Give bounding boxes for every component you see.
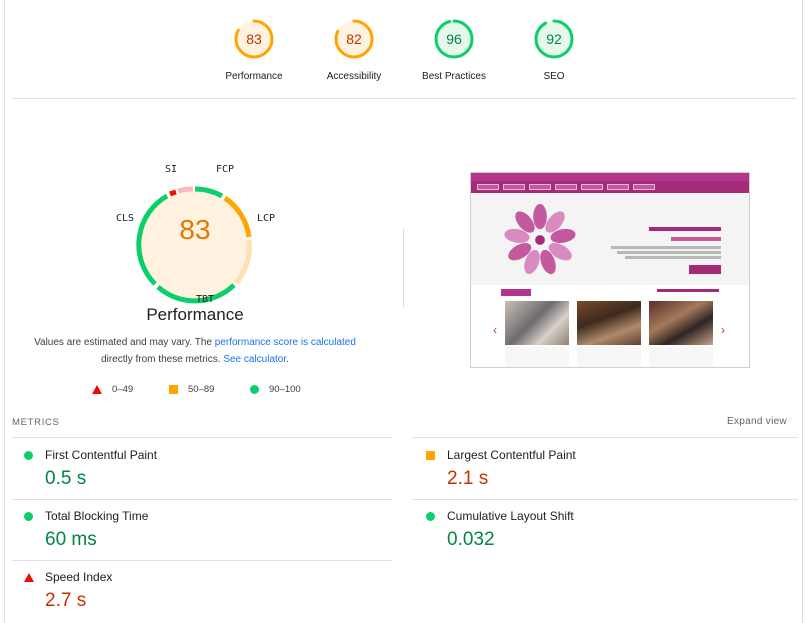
note-text: Values are estimated and may vary. The (34, 337, 215, 348)
si-label: SI (165, 164, 178, 175)
gauge-performance[interactable]: 83 Performance (204, 18, 304, 82)
gauge-accessibility[interactable]: 82 Accessibility (304, 18, 404, 82)
category-gauges: 83 Performance 82 Accessibility 96 Best … (0, 0, 805, 98)
si-remaining-segment (177, 186, 194, 194)
thumb-prev-icon: ‹ (493, 323, 497, 337)
legend-average: 50–89 (169, 384, 214, 395)
metrics-title: METRICS (12, 417, 60, 428)
metric-value: 0.032 (447, 529, 495, 550)
gauge-score: 96 (446, 31, 462, 47)
metric-value: 2.7 s (45, 590, 87, 611)
gauge-score: 92 (546, 31, 562, 47)
legend-range: 90–100 (269, 384, 301, 395)
thumb-hero (471, 193, 749, 285)
vertical-divider (403, 228, 404, 308)
tbt-label: TBT (196, 294, 215, 305)
divider (413, 499, 798, 500)
gauge-label: Performance (225, 71, 283, 82)
score-note: Values are estimated and may vary. The p… (20, 334, 370, 368)
circle-icon (426, 512, 435, 521)
gauge-best-practices[interactable]: 96 Best Practices (404, 18, 504, 82)
performance-score: 83 (179, 214, 211, 245)
thumb-nav (471, 181, 749, 193)
final-screenshot[interactable]: ‹ › (470, 172, 750, 368)
divider (12, 98, 797, 99)
square-icon (426, 451, 435, 460)
gauge-score: 82 (346, 31, 362, 47)
metric-name: Largest Contentful Paint (447, 448, 576, 462)
thumb-photo (505, 301, 569, 345)
gauge-score: 83 (246, 31, 262, 47)
metric-value: 2.1 s (447, 468, 489, 489)
si-segment (169, 189, 177, 197)
thumb-section-title (657, 289, 719, 292)
performance-score-link[interactable]: performance score is calculated (215, 337, 356, 348)
legend-range: 0–49 (112, 384, 134, 395)
thumb-photo (649, 301, 713, 345)
triangle-icon (92, 385, 102, 394)
note-text: directly from these metrics. (101, 354, 224, 365)
metric-name: Total Blocking Time (45, 509, 149, 523)
circle-icon (24, 451, 33, 460)
gauge-label: Best Practices (422, 71, 486, 82)
metric-name: Cumulative Layout Shift (447, 509, 574, 523)
thumb-photo (577, 301, 641, 345)
divider (12, 437, 392, 438)
divider (12, 499, 392, 500)
gauge-label: SEO (543, 71, 565, 82)
legend-range: 50–89 (188, 384, 215, 395)
thumb-heading (649, 227, 721, 231)
circle-icon (24, 512, 33, 521)
thumb-button (689, 265, 721, 274)
circle-icon (250, 385, 259, 394)
gauge-seo[interactable]: 92 SEO (504, 18, 604, 82)
thumb-topbar (471, 173, 749, 181)
thumb-badge (501, 289, 531, 296)
triangle-icon (24, 573, 34, 582)
thumb-subheading (671, 237, 721, 241)
divider (413, 437, 798, 438)
metric-name: Speed Index (45, 570, 113, 584)
square-icon (169, 385, 178, 394)
metric-value: 60 ms (45, 529, 97, 550)
thumb-next-icon: › (721, 323, 725, 337)
expand-view-button[interactable]: Expand view (727, 416, 787, 427)
see-calculator-link[interactable]: See calculator (223, 354, 286, 365)
cls-label: CLS (116, 213, 135, 224)
legend-pass: 90–100 (250, 384, 301, 395)
note-text: . (286, 354, 289, 365)
fcp-label: FCP (216, 164, 235, 175)
lcp-label: LCP (257, 213, 276, 224)
legend-fail: 0–49 (92, 384, 133, 395)
logo-flower-icon (504, 203, 576, 275)
gauge-label: Accessibility (326, 71, 382, 82)
performance-title: Performance (146, 305, 244, 324)
metric-name: First Contentful Paint (45, 448, 158, 462)
metric-value: 0.5 s (45, 468, 87, 489)
divider (12, 560, 392, 561)
